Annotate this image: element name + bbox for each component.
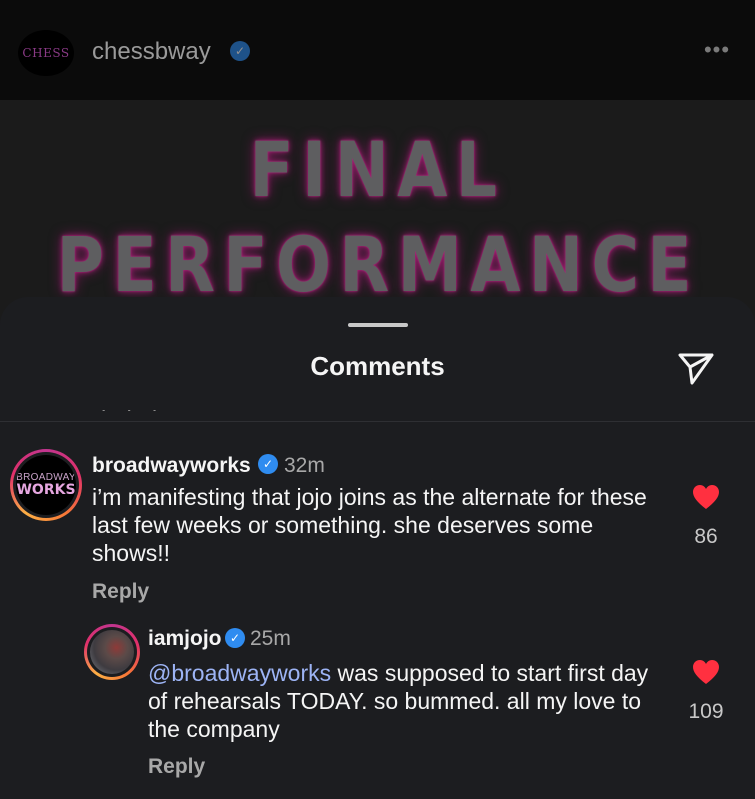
- post-username[interactable]: chessbway: [92, 38, 211, 66]
- more-horizontal-icon[interactable]: •••: [702, 38, 732, 62]
- heart-icon[interactable]: [692, 659, 720, 685]
- comment-avatar[interactable]: BROADWAY WORKS: [10, 449, 82, 521]
- comment-avatar[interactable]: [84, 624, 140, 680]
- broadwayworks-avatar-image: BROADWAY WORKS: [16, 455, 76, 515]
- drag-handle[interactable]: [348, 323, 408, 327]
- post-image-line2: PERFORMANCE: [56, 220, 701, 309]
- reply-button[interactable]: Reply: [148, 755, 205, 779]
- comment-username[interactable]: broadwayworks: [92, 454, 251, 478]
- avatar-logo-bottom: WORKS: [16, 482, 76, 498]
- post-avatar-text: CHESS: [22, 46, 70, 60]
- like-count: 86: [694, 525, 718, 548]
- paper-plane-icon[interactable]: [676, 347, 716, 387]
- reply-button[interactable]: Reply: [92, 580, 149, 604]
- comment-text: @broadwayworks was supposed to start fir…: [148, 659, 668, 743]
- post-header: CHESS chessbway ✓ •••: [0, 0, 755, 100]
- comment-username[interactable]: iamjojo: [148, 627, 222, 651]
- scrolled-text-fragment: · · ·: [100, 410, 220, 421]
- heart-icon[interactable]: [692, 484, 720, 510]
- post-image-line1: FINAL: [249, 125, 506, 214]
- comment-text: i’m manifesting that jojo joins as the a…: [92, 484, 647, 566]
- iamjojo-avatar-image: [90, 630, 134, 674]
- comment-time: 32m: [284, 454, 325, 477]
- post-image: FINAL PERFORMANCE: [0, 100, 755, 330]
- verified-badge-icon: ✓: [225, 628, 245, 648]
- like-count: 109: [688, 700, 724, 723]
- sheet-divider: [0, 421, 755, 422]
- verified-badge-icon: ✓: [230, 41, 250, 61]
- comment-time: 25m: [250, 627, 291, 650]
- sheet-title: Comments: [310, 351, 445, 381]
- post-avatar[interactable]: CHESS: [18, 30, 74, 76]
- verified-badge-icon: ✓: [258, 454, 278, 474]
- comments-sheet: Comments · · · BROADWAY WORKS broadwaywo…: [0, 297, 755, 799]
- mention-link[interactable]: @broadwayworks: [148, 660, 331, 686]
